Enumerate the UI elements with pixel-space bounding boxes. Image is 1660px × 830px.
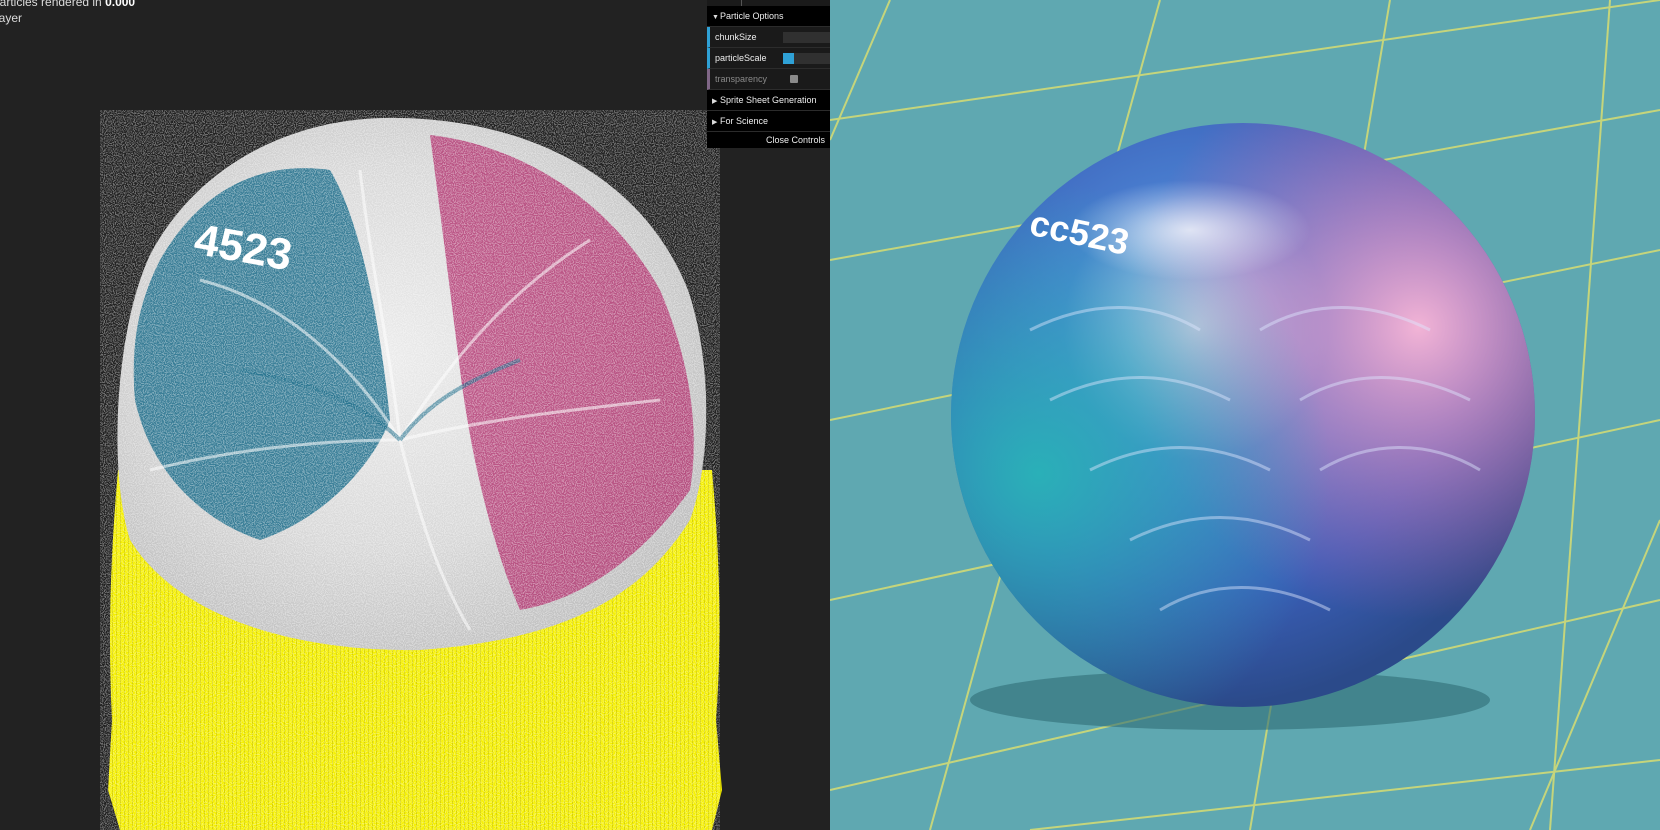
render-info: particles rendered in 0.000 layer: [0, 0, 142, 26]
control-particlescale: particleScale: [707, 48, 830, 69]
photo-illustration: cc523: [830, 0, 1660, 830]
control-chunksize: chunkSize: [707, 27, 830, 48]
slider-fill: [783, 53, 794, 64]
chunksize-slider[interactable]: [783, 32, 830, 43]
particle-render-canvas[interactable]: 4523: [0, 0, 830, 830]
render-viewport[interactable]: 4523 particles rendered in 0.000 layer ▼…: [0, 0, 830, 830]
control-label: particleScale: [715, 53, 767, 63]
control-label: transparency: [715, 74, 768, 84]
panel-top-strip: [707, 0, 830, 6]
caret-right-icon: ▶: [712, 119, 718, 126]
caret-down-icon: ▼: [712, 14, 719, 21]
controls-panel: ▼Particle Options chunkSize particleScal…: [707, 0, 830, 148]
render-time-value: 0.000: [105, 0, 136, 9]
folder-sprite-sheet-generation[interactable]: ▶ Sprite Sheet Generation: [707, 90, 830, 111]
caret-right-icon: ▶: [712, 98, 718, 105]
control-label: chunkSize: [715, 32, 757, 42]
folder-for-science[interactable]: ▶ For Science: [707, 111, 830, 132]
render-info-text: particles rendered in: [0, 0, 106, 9]
folder-label: Sprite Sheet Generation: [720, 95, 817, 105]
render-info-layer: layer: [0, 11, 23, 25]
folder-label: For Science: [720, 116, 769, 126]
control-transparency: transparency: [707, 69, 830, 90]
folder-particle-options[interactable]: ▼Particle Options: [707, 6, 830, 27]
close-controls-button[interactable]: Close Controls: [707, 132, 830, 148]
particlescale-slider[interactable]: [783, 53, 830, 64]
transparency-checkbox[interactable]: [790, 75, 798, 83]
product-photo: cc523: [830, 0, 1660, 830]
folder-label: Particle Options: [720, 11, 784, 21]
